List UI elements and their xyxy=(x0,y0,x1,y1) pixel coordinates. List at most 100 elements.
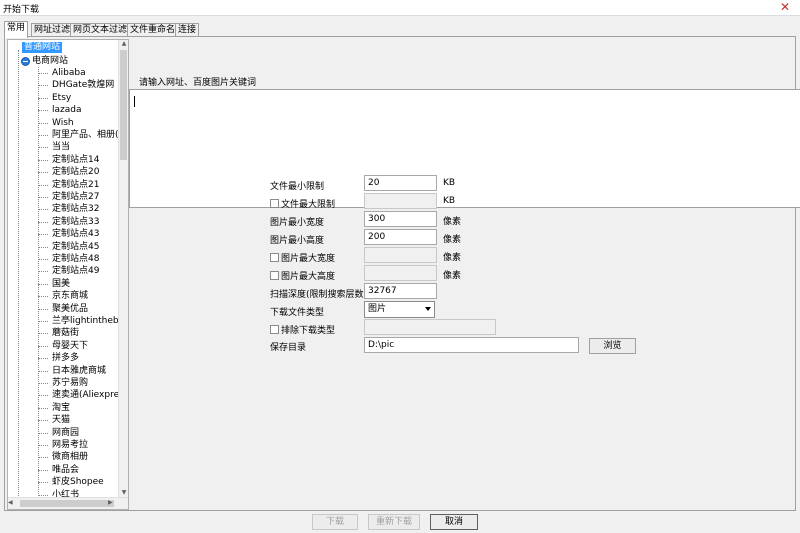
min-width-input[interactable]: 300 xyxy=(364,211,437,227)
max-height-unit: 像素 xyxy=(443,271,462,281)
scroll-thumb[interactable] xyxy=(120,50,127,160)
tree-item[interactable]: 聚美优品 xyxy=(8,303,120,315)
tree-item[interactable]: 速卖通(Aliexpress) xyxy=(8,389,120,401)
file-type-select[interactable]: 图片 xyxy=(364,301,435,318)
tree-item[interactable]: 微商相册 xyxy=(8,451,120,463)
tree-item-label: 定制站点49 xyxy=(52,266,100,277)
tree-item[interactable]: 网易考拉 xyxy=(8,439,120,451)
min-height-input[interactable]: 200 xyxy=(364,229,437,245)
tree-item-label: Wish xyxy=(52,117,74,128)
max-height-input[interactable] xyxy=(364,265,437,281)
tree-item-label: 苏宁易购 xyxy=(52,378,89,388)
tree-item[interactable]: 定制站点48 xyxy=(8,253,120,265)
scroll-thumb[interactable] xyxy=(20,500,114,507)
tree-item[interactable]: 虾皮Shopee xyxy=(8,476,120,488)
tree-horizontal-scrollbar[interactable]: ◀ ▶ xyxy=(8,497,128,509)
tab-text-filter[interactable]: 网页文本过滤 xyxy=(70,23,131,37)
tree-item-label: 定制站点32 xyxy=(52,204,100,215)
scroll-left-icon[interactable]: ◀ xyxy=(8,499,17,506)
scan-depth-input[interactable]: 32767 xyxy=(364,283,437,299)
scroll-right-icon[interactable]: ▶ xyxy=(108,499,117,506)
max-file-size-checkbox[interactable] xyxy=(270,199,279,208)
tree-item-label: 虾皮Shopee xyxy=(52,477,104,488)
tree-item-label: 拼多多 xyxy=(52,353,80,364)
tree-connector xyxy=(38,370,48,372)
tree-item[interactable]: Wish xyxy=(8,117,120,129)
tree-connector xyxy=(38,271,48,273)
tree-item[interactable]: 定制站点45 xyxy=(8,241,120,253)
tree-item[interactable]: 定制站点33 xyxy=(8,216,120,228)
tree-item[interactable]: 苏宁易购 xyxy=(8,377,120,389)
tree-connector xyxy=(38,221,48,223)
tree-item[interactable]: 阿里产品、相册(16 xyxy=(8,129,120,141)
tree-item[interactable]: 定制站点32 xyxy=(8,203,120,215)
cancel-button[interactable]: 取消 xyxy=(430,514,478,530)
tree-item[interactable]: lazada xyxy=(8,104,120,116)
min-file-size-label: 文件最小限制 xyxy=(270,182,325,192)
exclude-type-input[interactable] xyxy=(364,319,496,335)
tree-vertical-scrollbar[interactable]: ▲ ▼ xyxy=(118,40,128,498)
tab-common[interactable]: 常用 xyxy=(4,21,29,38)
tree-connector xyxy=(38,147,48,149)
tree-item[interactable]: 定制站点20 xyxy=(8,166,120,178)
collapse-icon[interactable] xyxy=(21,57,30,66)
tree-item-label: DHGate敦煌网 xyxy=(52,80,115,91)
tree-item[interactable]: Alibaba xyxy=(8,67,120,79)
tree-item[interactable]: 兰亭lightinthebox xyxy=(8,315,120,327)
tree-item-label: 唯品会 xyxy=(52,464,80,475)
tree-item[interactable]: 蘑菇街 xyxy=(8,327,120,339)
tree-connector xyxy=(38,184,48,186)
tree-item[interactable]: 拼多多 xyxy=(8,352,120,364)
window-title: 开始下载 xyxy=(3,5,40,15)
tree-viewport: 普通网站 电商网站 Alibaba DHGate敦煌网 Etsy lazada Wish… xyxy=(8,40,120,498)
tab-rename[interactable]: 文件重命名 xyxy=(127,23,179,37)
max-width-checkbox[interactable] xyxy=(270,253,279,262)
download-button[interactable]: 下载 xyxy=(312,514,358,530)
max-height-label: 图片最大高度 xyxy=(281,272,336,282)
tree-connector xyxy=(38,383,48,384)
save-dir-input[interactable]: D:\pic xyxy=(364,337,579,353)
redownload-button[interactable]: 重新下载 xyxy=(368,514,420,530)
tree-root-node[interactable]: 普通网站 xyxy=(22,42,63,53)
tree-group-node[interactable]: 电商网站 xyxy=(32,55,68,67)
tree-item[interactable]: 京东商城 xyxy=(8,290,120,302)
tab-connection[interactable]: 连接 xyxy=(175,23,200,37)
exclude-type-checkbox[interactable] xyxy=(270,325,279,334)
tree-item[interactable]: 网商园 xyxy=(8,427,120,439)
tree-connector xyxy=(38,469,48,471)
tree-item[interactable]: 定制站点14 xyxy=(8,154,120,166)
tree-item[interactable]: 当当 xyxy=(8,141,120,153)
max-height-checkbox[interactable] xyxy=(270,271,279,280)
tree-item-label: 网易考拉 xyxy=(52,440,89,450)
tree-item[interactable]: 天猫 xyxy=(8,414,120,426)
max-file-size-input[interactable] xyxy=(364,193,437,209)
tree-item[interactable]: 淘宝 xyxy=(8,402,120,414)
tree-item[interactable]: 日本雅虎商城 xyxy=(8,365,120,377)
tree-item[interactable]: 定制站点43 xyxy=(8,228,120,240)
tree-item-label: 日本雅虎商城 xyxy=(52,365,107,376)
tree-item-label: 淘宝 xyxy=(52,402,71,413)
tree-item[interactable]: 国美 xyxy=(8,278,120,290)
tree-item[interactable]: 唯品会 xyxy=(8,464,120,476)
url-input-label: 请输入网址、百度图片关键词 xyxy=(139,78,257,88)
min-file-size-input[interactable]: 20 xyxy=(364,175,437,191)
max-width-input[interactable] xyxy=(364,247,437,263)
scroll-up-icon[interactable]: ▲ xyxy=(119,40,128,49)
close-icon[interactable]: ✕ xyxy=(774,0,796,14)
tree-connector xyxy=(38,135,48,136)
tab-url-filter[interactable]: 网址过滤 xyxy=(31,23,74,37)
tree-item-label: 微商相册 xyxy=(52,452,89,463)
tree-item[interactable]: 定制站点49 xyxy=(8,265,120,277)
browse-button[interactable]: 浏览 xyxy=(589,338,636,354)
tree-item[interactable]: 定制站点21 xyxy=(8,179,120,191)
tree-item[interactable]: 母婴天下 xyxy=(8,340,120,352)
tree-connector xyxy=(38,246,48,248)
url-input[interactable] xyxy=(129,89,800,208)
min-height-label: 图片最小高度 xyxy=(270,236,325,246)
tree-connector xyxy=(38,209,48,211)
tree-item[interactable]: Etsy xyxy=(8,92,120,104)
tab-panel: 普通网站 电商网站 Alibaba DHGate敦煌网 Etsy lazada Wish… xyxy=(4,36,800,511)
tree-item[interactable]: 定制站点27 xyxy=(8,191,120,203)
tree-item[interactable]: DHGate敦煌网 xyxy=(8,79,120,91)
tree-item-label: 聚美优品 xyxy=(52,303,89,314)
